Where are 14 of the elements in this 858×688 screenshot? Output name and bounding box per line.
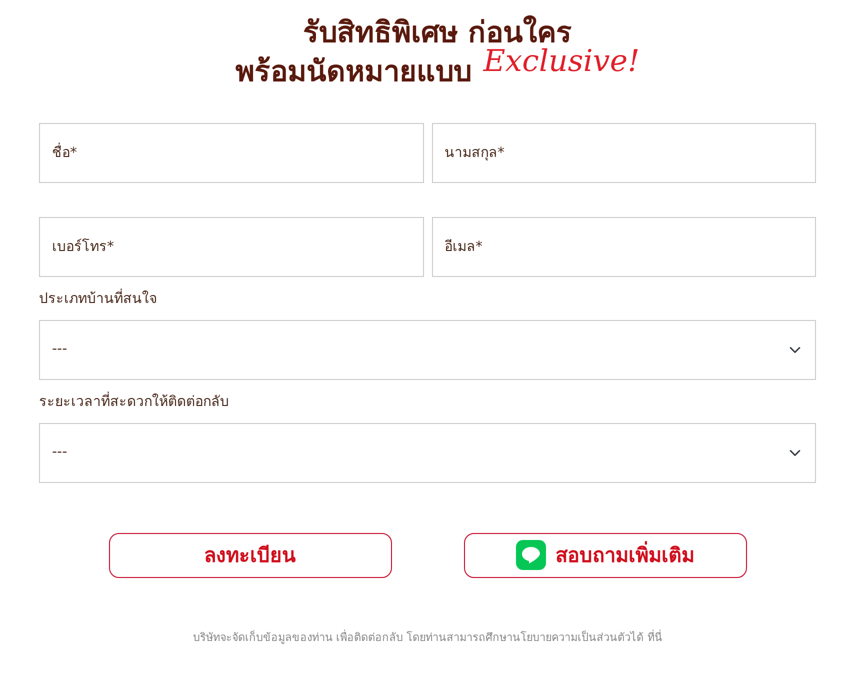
line-button[interactable]: สอบถามเพิ่มเติม: [464, 532, 746, 578]
input-field[interactable]: อีเมล*: [432, 216, 816, 277]
privacy-link[interactable]: ที่นี่: [647, 630, 662, 644]
field-label: ระยะเวลาที่สะดวกให้ติดต่อกลับ: [39, 392, 230, 412]
heading-text: พร้อมนัดหมายแบบ: [235, 54, 472, 88]
register-button[interactable]: ลงทะเบียน: [108, 532, 392, 578]
input-field[interactable]: ชื่อ*: [39, 122, 424, 183]
privacy-text: บริษัทจะจัดเก็บข้อมูลของท่าน เพื่อติดต่อกลับ โดยท่านสามารถศึกษานโยบายความเป็นส่วนตัวได้: [192, 630, 645, 644]
input-field[interactable]: นามสกุล*: [432, 122, 816, 183]
select-field[interactable]: ---: [39, 422, 816, 483]
select-field[interactable]: ---: [39, 320, 816, 380]
chat-bubble-icon: [516, 540, 546, 570]
field-label: ประเภทบ้านที่สนใจ: [39, 288, 158, 309]
input-field[interactable]: เบอร์โทร*: [39, 216, 424, 277]
